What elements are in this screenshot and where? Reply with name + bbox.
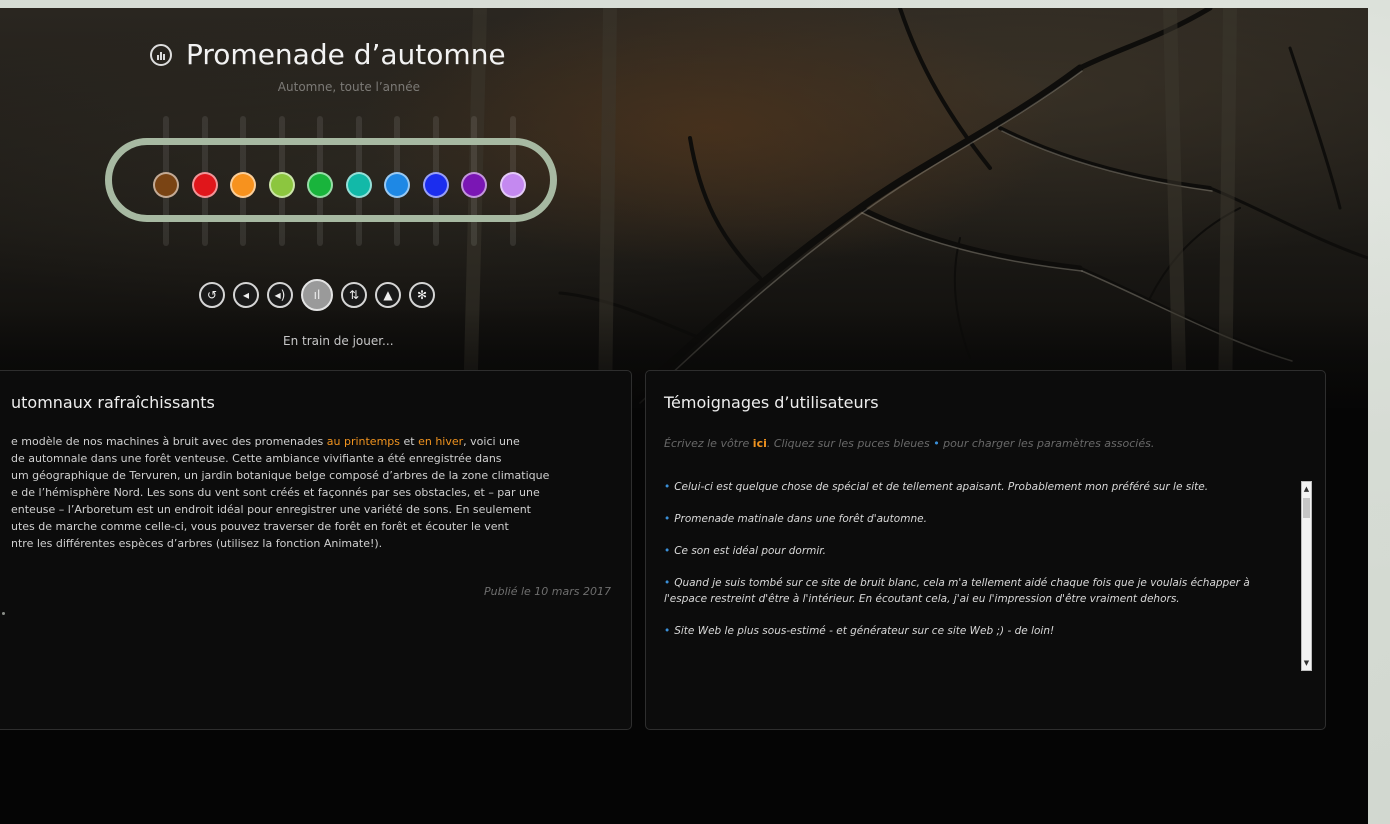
control-bar: ↺ ◂ ◂) ıl ⇅ ▲ ✻: [199, 279, 435, 311]
winter-link[interactable]: en hiver: [418, 435, 463, 448]
testimonial-text: Site Web le plus sous-estimé - et généra…: [674, 625, 1055, 637]
load-preset-bullet-icon[interactable]: •: [664, 577, 670, 589]
testimonials-title: Témoignages d’utilisateurs: [664, 393, 879, 412]
spring-link[interactable]: au printemps: [327, 435, 400, 448]
settings-button[interactable]: ✻: [409, 282, 435, 308]
shuffle-icon: ⇅: [348, 288, 360, 302]
equalizer-badge-icon: [150, 43, 172, 66]
scroll-up-arrow-icon[interactable]: ▲: [1302, 483, 1311, 495]
description-title: utomnaux rafraîchissants: [11, 393, 215, 412]
page-subtitle: Automne, toute l’année: [277, 80, 420, 94]
animate-button[interactable]: ⇅: [341, 282, 367, 308]
description-line: , voici une: [463, 435, 520, 448]
testimonials-invite: Écrivez le vôtre ici. Cliquez sur les pu…: [664, 437, 1154, 450]
description-line: um géographique de Tervuren, un jardin b…: [11, 469, 550, 482]
margin-dot: [2, 612, 5, 615]
description-panel: utomnaux rafraîchissants e modèle de nos…: [0, 370, 632, 730]
playback-status: En train de jouer...: [283, 334, 394, 348]
description-line: e modèle de nos machines à bruit avec de…: [11, 435, 327, 448]
invite-text: . Cliquez sur les puces bleues: [766, 437, 934, 450]
load-preset-bullet-icon[interactable]: •: [664, 545, 670, 557]
volume-up-button[interactable]: ◂): [267, 282, 293, 308]
testimonial-item: • Celui-ci est quelque chose de spécial e…: [664, 479, 1294, 495]
equalizer-icon: ıl: [313, 288, 321, 302]
invite-text: pour charger les paramètres associés.: [939, 437, 1155, 450]
load-preset-bullet-icon[interactable]: •: [664, 481, 670, 493]
published-date: Publié le 10 mars 2017: [484, 585, 611, 598]
speaker-low-icon: ◂: [242, 288, 250, 302]
description-line: et: [400, 435, 419, 448]
testimonial-item: • Ce son est idéal pour dormir.: [664, 543, 1294, 559]
testimonials-panel: Témoignages d’utilisateurs Écrivez le vô…: [645, 370, 1326, 730]
bell-icon: ▲: [383, 288, 393, 302]
description-line: e de l’hémisphère Nord. Les sons du vent…: [11, 486, 540, 499]
description-text: e modèle de nos machines à bruit avec de…: [11, 433, 621, 552]
testimonials-list[interactable]: • Celui-ci est quelque chose de spécial e…: [664, 479, 1294, 667]
invite-text: Écrivez le vôtre: [664, 437, 753, 450]
page-title: Promenade d’automne: [186, 38, 506, 71]
testimonial-item: • Quand je suis tombé sur ce site de brui…: [664, 575, 1294, 607]
sliders-highlight-outline: [105, 138, 557, 222]
volume-down-button[interactable]: ◂: [233, 282, 259, 308]
testimonial-text: Promenade matinale dans une forêt d'auto…: [674, 513, 927, 525]
scroll-down-arrow-icon[interactable]: ▼: [1302, 657, 1311, 669]
app-window: Promenade d’automne Automne, toute l’ann…: [0, 8, 1368, 824]
testimonial-text: Ce son est idéal pour dormir.: [674, 545, 826, 557]
gear-icon: ✻: [416, 288, 428, 302]
testimonial-item: • Promenade matinale dans une forêt d'aut…: [664, 511, 1294, 527]
description-line: ntre les différentes espèces d’arbres (u…: [11, 537, 383, 550]
testimonial-text: Celui-ci est quelque chose de spécial et…: [674, 481, 1209, 493]
description-line: enteuse – l’Arboretum est un endroit idé…: [11, 503, 531, 516]
load-preset-bullet-icon[interactable]: •: [664, 625, 670, 637]
testimonial-item: • Site Web le plus sous-estimé - et génér…: [664, 623, 1294, 639]
title-row: Promenade d’automne: [150, 38, 506, 71]
scrollbar-thumb[interactable]: [1303, 498, 1310, 518]
undo-icon: ↺: [206, 288, 218, 302]
write-testimonial-link[interactable]: ici: [753, 437, 767, 450]
play-button[interactable]: ıl: [301, 279, 333, 311]
load-preset-bullet-icon[interactable]: •: [664, 513, 670, 525]
testimonial-text: Quand je suis tombé sur ce site de bruit…: [664, 577, 1250, 605]
testimonials-scrollbar[interactable]: ▲ ▼: [1301, 481, 1312, 671]
description-line: utes de marche comme celle-ci, vous pouv…: [11, 520, 509, 533]
timer-button[interactable]: ▲: [375, 282, 401, 308]
description-line: de automnale dans une forêt venteuse. Ce…: [11, 452, 502, 465]
reset-button[interactable]: ↺: [199, 282, 225, 308]
speaker-high-icon: ◂): [274, 288, 286, 302]
